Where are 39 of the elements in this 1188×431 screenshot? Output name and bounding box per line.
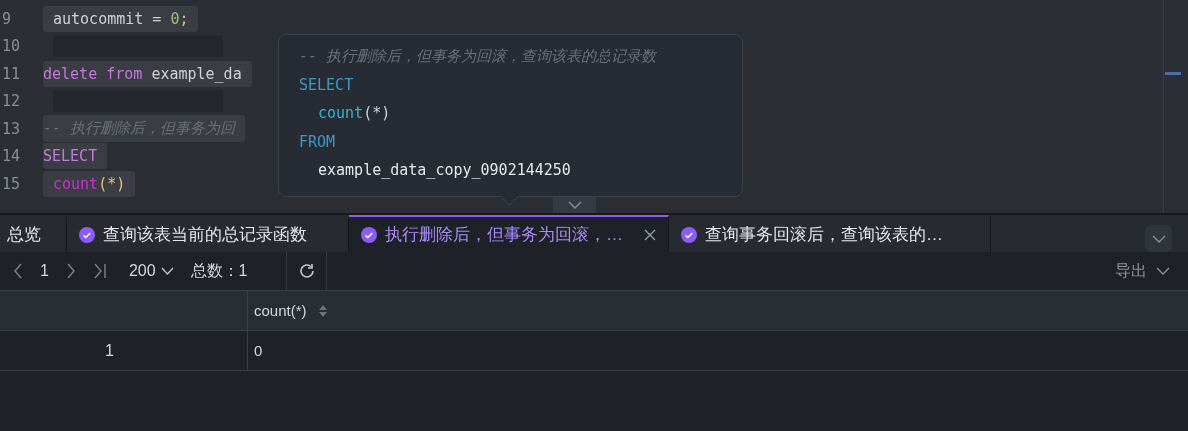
- chevron-right-icon[interactable]: [65, 263, 76, 279]
- chevron-down-icon: [1156, 267, 1170, 275]
- refresh-icon: [297, 262, 316, 280]
- page-size-select[interactable]: 200: [128, 262, 174, 280]
- refresh-button[interactable]: [286, 252, 327, 290]
- line-number: 15: [1, 174, 22, 193]
- tab-menu-button[interactable]: [1145, 225, 1172, 252]
- code-line: count(*): [318, 104, 391, 122]
- code-line: SELECT: [299, 75, 354, 94]
- line-number: 14: [1, 147, 22, 166]
- check-circle-icon: [361, 226, 377, 243]
- code-line: FROM: [299, 132, 336, 151]
- check-circle-icon: [79, 226, 95, 243]
- close-icon[interactable]: [644, 228, 656, 241]
- result-tab[interactable]: 查询该表当前的总记录函数: [67, 215, 349, 252]
- result-tab[interactable]: 查询事务回滚后，查询该表的…: [669, 215, 991, 252]
- code-line: -- 执行删除后，但事务为回滚，查询该表的总记录数: [299, 47, 657, 65]
- table-cell: 0: [254, 342, 263, 359]
- chevron-down-icon: [567, 201, 582, 209]
- check-circle-icon: [681, 226, 697, 243]
- line-number: 12: [1, 92, 22, 111]
- line-number: 11: [1, 64, 22, 83]
- line-number: 10: [1, 37, 22, 56]
- result-tab[interactable]: 执行删除后，但事务为回滚，…: [349, 215, 669, 252]
- result-tab[interactable]: 总览: [0, 215, 67, 252]
- code-line: example_data_copy_0902144250: [318, 161, 571, 179]
- chevron-down-icon: [1151, 234, 1166, 243]
- row-number: 1: [105, 341, 114, 360]
- page-number: 1: [40, 262, 49, 280]
- line-number: 13: [1, 119, 22, 138]
- chevron-left-icon[interactable]: [13, 263, 23, 279]
- export-button[interactable]: 导出: [1109, 259, 1176, 283]
- chevron-down-icon: [160, 267, 174, 275]
- total-count: 总数：1: [190, 260, 248, 281]
- column-header[interactable]: count(*): [254, 302, 307, 319]
- sort-icon[interactable]: [318, 304, 327, 317]
- scroll-marker: [1165, 72, 1181, 75]
- line-number: 9: [1, 9, 13, 28]
- last-page-icon[interactable]: [92, 263, 107, 279]
